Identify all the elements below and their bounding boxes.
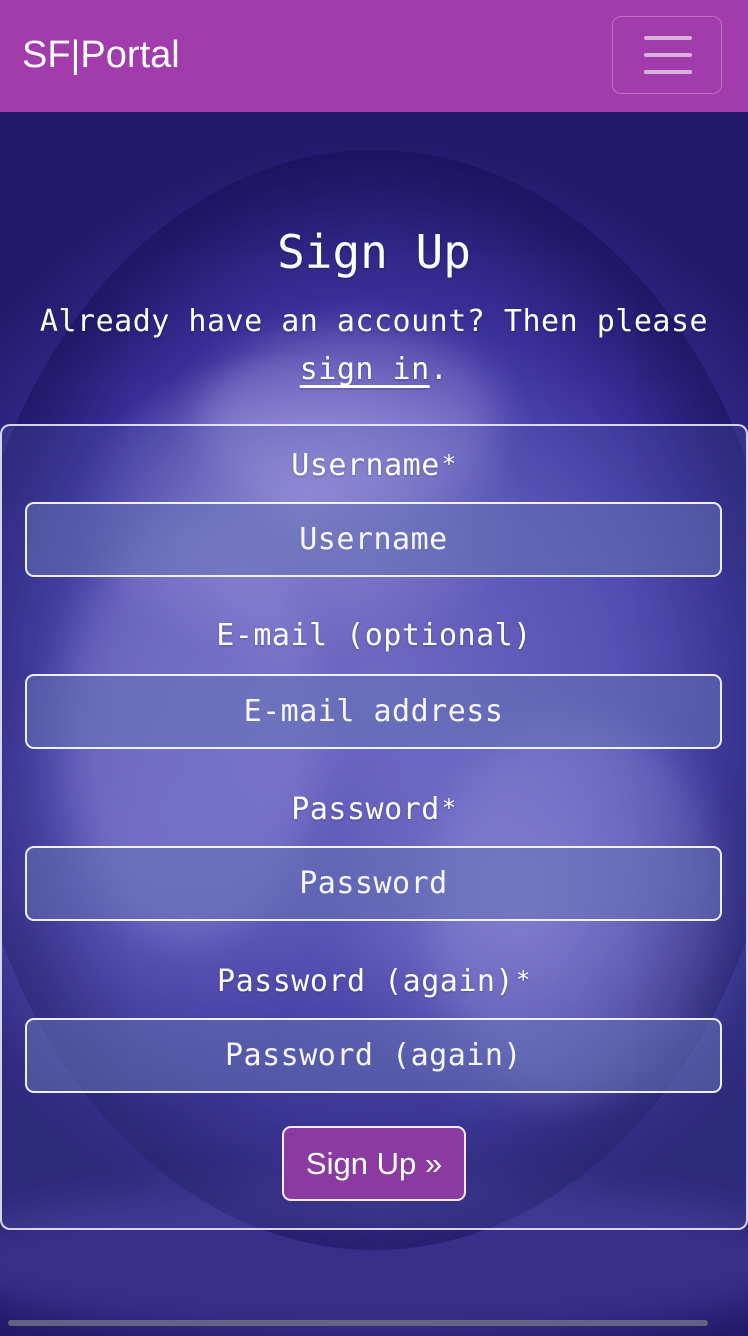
- navbar-toggler-button[interactable]: [612, 16, 722, 94]
- username-label-text: Username: [291, 448, 440, 483]
- horizontal-scrollbar[interactable]: [8, 1320, 708, 1326]
- signup-form: Username* E-mail (optional) Password* Pa…: [0, 424, 748, 1230]
- email-input[interactable]: [25, 674, 722, 749]
- signin-link[interactable]: sign in: [300, 352, 430, 387]
- signup-submit-button[interactable]: Sign Up »: [282, 1126, 466, 1201]
- brand-logo-link[interactable]: SF|Portal: [22, 30, 180, 80]
- signin-prompt-line: sign in.: [0, 346, 748, 394]
- email-label: E-mail (optional): [216, 618, 532, 653]
- password-again-label-text: Password (again): [217, 964, 515, 999]
- username-label: Username*: [2, 444, 746, 486]
- signin-prompt-period: .: [429, 352, 449, 387]
- signin-prompt-text: Already have an account? Then please: [39, 304, 709, 339]
- password-again-label: Password (again)*: [2, 960, 746, 1002]
- password-input[interactable]: [25, 846, 722, 921]
- hamburger-menu-icon: [644, 36, 692, 74]
- page-title: Sign Up: [277, 225, 471, 279]
- password-again-input[interactable]: [25, 1018, 722, 1093]
- required-asterisk: *: [441, 794, 457, 822]
- password-label-text: Password: [291, 792, 440, 827]
- required-asterisk: *: [516, 966, 531, 994]
- username-input[interactable]: [25, 502, 722, 577]
- navbar: SF|Portal: [0, 0, 748, 112]
- page-root: SF|Portal Sign Up Already have an accoun…: [0, 0, 748, 1336]
- password-label: Password*: [2, 788, 746, 830]
- required-asterisk: *: [441, 450, 457, 478]
